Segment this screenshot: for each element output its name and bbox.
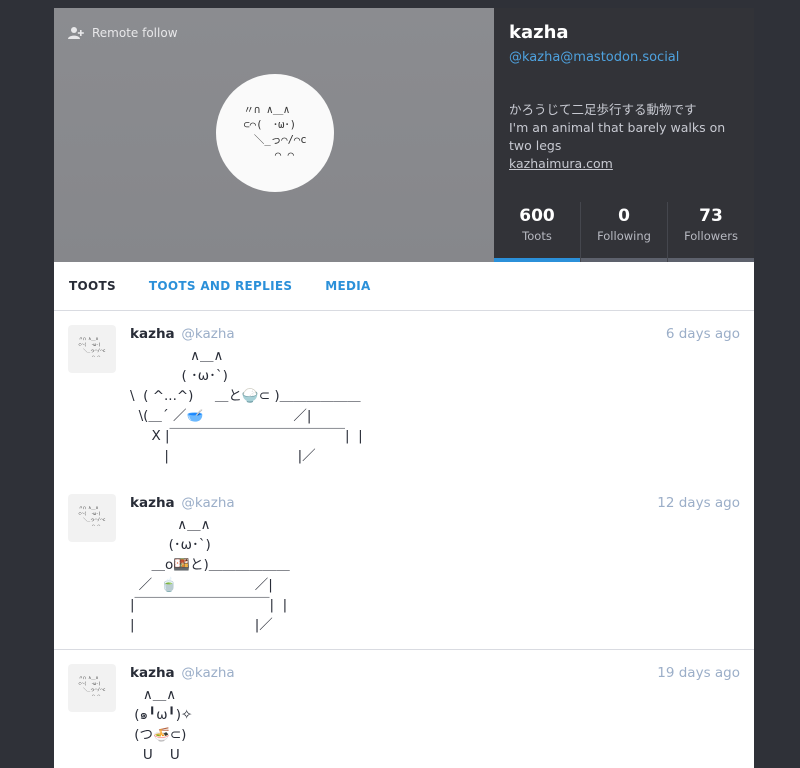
profile-bio: かろうじて二足歩行する動物です I'm an animal that barel… xyxy=(509,101,741,173)
toots-label: Toots xyxy=(522,229,552,243)
status-avatar[interactable]: 〃∩ ∧＿∧ ⊂⌒( ･ω･) ＼_っ⌒/⌒c ⌒ ⌒ xyxy=(68,664,116,712)
user-plus-icon xyxy=(68,26,84,40)
header-banner: Remote follow 〃∩ ∧＿∧ ⊂⌒( ･ω･) ＼_っ⌒/⌒c ⌒ … xyxy=(54,8,494,262)
profile-info-panel: kazha @kazha@mastodon.social かろうじて二足歩行する… xyxy=(494,8,754,262)
status-text: ∧＿∧ ( ･ω･`) \ ( ^...^) ＿と🍚⊂ )＿＿＿＿＿＿ \(＿´… xyxy=(130,348,363,464)
status-avatar[interactable]: 〃∩ ∧＿∧ ⊂⌒( ･ω･) ＼_っ⌒/⌒c ⌒ ⌒ xyxy=(68,325,116,373)
status-timestamp[interactable]: 19 days ago xyxy=(657,665,740,681)
status-item[interactable]: 〃∩ ∧＿∧ ⊂⌒( ･ω･) ＼_っ⌒/⌒c ⌒ ⌒ kazha @kazha… xyxy=(54,650,754,768)
avatar-ascii-art: 〃∩ ∧＿∧ ⊂⌒( ･ω･) ＼_っ⌒/⌒c ⌒ ⌒ xyxy=(243,104,307,161)
timeline-tabs: TOOTS TOOTS AND REPLIES MEDIA xyxy=(54,262,754,311)
status-item[interactable]: 〃∩ ∧＿∧ ⊂⌒( ･ω･) ＼_っ⌒/⌒c ⌒ ⌒ kazha @kazha… xyxy=(54,480,754,650)
tab-toots-and-replies[interactable]: TOOTS AND REPLIES xyxy=(149,279,292,293)
avatar-ascii-art: 〃∩ ∧＿∧ ⊂⌒( ･ω･) ＼_っ⌒/⌒c ⌒ ⌒ xyxy=(78,337,106,360)
author-handle: @kazha xyxy=(181,495,235,511)
avatar-ascii-art: 〃∩ ∧＿∧ ⊂⌒( ･ω･) ＼_っ⌒/⌒c ⌒ ⌒ xyxy=(78,676,106,699)
status-author[interactable]: kazha @kazha xyxy=(130,665,235,681)
avatar-ascii-art: 〃∩ ∧＿∧ ⊂⌒( ･ω･) ＼_っ⌒/⌒c ⌒ ⌒ xyxy=(78,506,106,529)
status-timestamp[interactable]: 6 days ago xyxy=(666,326,740,342)
author-handle: @kazha xyxy=(181,326,235,342)
status-author[interactable]: kazha @kazha xyxy=(130,495,235,511)
counter-following[interactable]: 0 Following xyxy=(580,202,667,262)
author-handle: @kazha xyxy=(181,665,235,681)
profile-counters: 600 Toots 0 Following 73 Followers xyxy=(494,202,754,262)
status-avatar[interactable]: 〃∩ ∧＿∧ ⊂⌒( ･ω･) ＼_っ⌒/⌒c ⌒ ⌒ xyxy=(68,494,116,542)
bio-english: I'm an animal that barely walks on two l… xyxy=(509,120,726,153)
bio-japanese: かろうじて二足歩行する動物です xyxy=(509,102,697,117)
status-text: ∧＿∧ (๑╹ω╹)✧ (つ🍜⊂) U U xyxy=(134,687,193,763)
followers-label: Followers xyxy=(684,229,738,243)
remote-follow-label: Remote follow xyxy=(92,26,178,40)
account-header: Remote follow 〃∩ ∧＿∧ ⊂⌒( ･ω･) ＼_っ⌒/⌒c ⌒ … xyxy=(54,8,754,262)
account-handle-link[interactable]: @kazha@mastodon.social xyxy=(509,50,679,65)
tab-toots[interactable]: TOOTS xyxy=(69,279,116,293)
display-name: kazha xyxy=(509,22,569,43)
counter-toots[interactable]: 600 Toots xyxy=(494,202,580,262)
status-timestamp[interactable]: 12 days ago xyxy=(657,495,740,511)
followers-count: 73 xyxy=(699,206,723,226)
profile-avatar[interactable]: 〃∩ ∧＿∧ ⊂⌒( ･ω･) ＼_っ⌒/⌒c ⌒ ⌒ xyxy=(216,74,334,192)
status-content: ∧＿∧ ( ･ω･`) \ ( ^...^) ＿と🍚⊂ )＿＿＿＿＿＿ \(＿´… xyxy=(130,346,363,466)
following-label: Following xyxy=(597,229,651,243)
status-content: ∧＿∧ (๑╹ω╹)✧ (つ🍜⊂) U U xyxy=(130,685,192,765)
following-count: 0 xyxy=(618,206,630,226)
status-item[interactable]: 〃∩ ∧＿∧ ⊂⌒( ･ω･) ＼_っ⌒/⌒c ⌒ ⌒ kazha @kazha… xyxy=(54,311,754,481)
profile-website-link[interactable]: kazhaimura.com xyxy=(509,156,613,171)
status-content: ∧＿∧ (･ω･`) ＿o🍱と)＿＿＿＿＿＿ ／ 🍵 ／| |￣￣￣￣￣￣￣￣￣… xyxy=(130,515,290,635)
remote-follow-button[interactable]: Remote follow xyxy=(68,24,178,42)
author-display-name: kazha xyxy=(130,326,175,342)
toots-count: 600 xyxy=(519,206,555,226)
status-text: ∧＿∧ (･ω･`) ＿o🍱と)＿＿＿＿＿＿ ／ 🍵 ／| |￣￣￣￣￣￣￣￣￣… xyxy=(130,517,290,633)
author-display-name: kazha xyxy=(130,665,175,681)
counter-followers[interactable]: 73 Followers xyxy=(667,202,754,262)
author-display-name: kazha xyxy=(130,495,175,511)
tab-media[interactable]: MEDIA xyxy=(325,279,370,293)
account-card: Remote follow 〃∩ ∧＿∧ ⊂⌒( ･ω･) ＼_っ⌒/⌒c ⌒ … xyxy=(54,8,754,768)
status-author[interactable]: kazha @kazha xyxy=(130,326,235,342)
